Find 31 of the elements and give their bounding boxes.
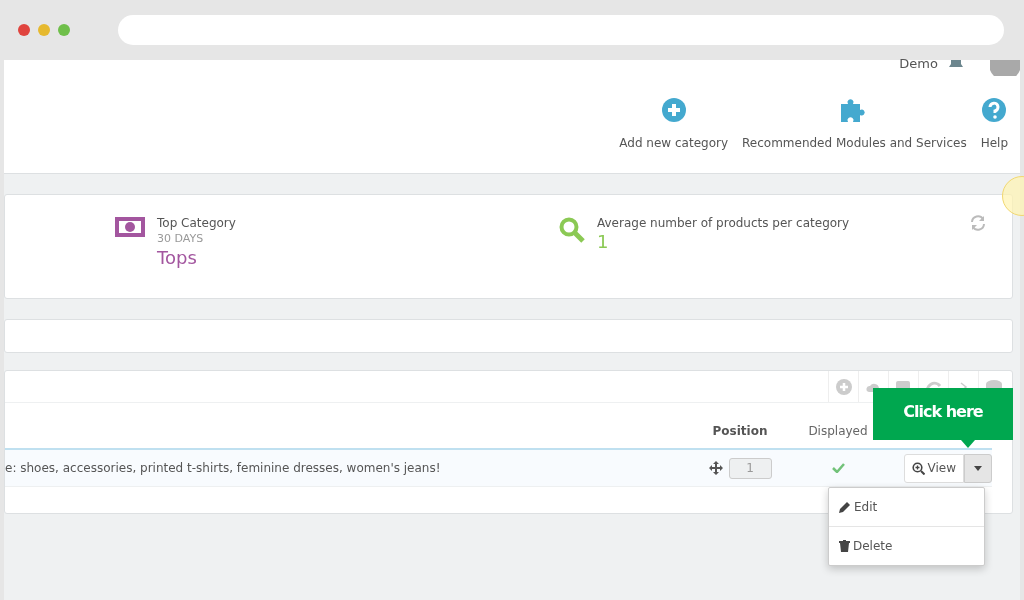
trash-icon (839, 540, 850, 552)
tooltip-arrow-icon (961, 440, 975, 448)
table-cell-text: e: shoes, accessories, printed t-shirts, feminine dresses, women's jeans! (5, 460, 442, 477)
toolbar-button[interactable]: Add new category (619, 98, 728, 152)
add-icon[interactable] (835, 378, 852, 395)
add-icon (661, 98, 686, 122)
pencil-icon (839, 501, 851, 513)
kpi-value: Tops (157, 247, 198, 269)
bell-icon[interactable] (948, 60, 964, 68)
caret-icon (974, 465, 982, 471)
tooltip: Click here (873, 388, 1013, 440)
menu-item[interactable]: Delete (829, 527, 984, 565)
toolbar-button[interactable]: Help (980, 98, 1008, 152)
check-icon[interactable] (831, 463, 845, 473)
column-header: Displayed (807, 423, 869, 440)
column-header: Position (711, 423, 769, 440)
user-name[interactable]: Demo (899, 54, 938, 74)
kpi-title: Top Category (157, 215, 236, 231)
dropdown-toggle[interactable] (964, 453, 992, 483)
avatar-icon[interactable] (988, 60, 1020, 76)
view-button[interactable]: View (903, 453, 964, 483)
kpi-title: Average number of products per category (597, 215, 850, 231)
refresh-icon[interactable] (970, 215, 986, 231)
toolbar-button[interactable]: Recommended Modules and Services (742, 98, 967, 152)
help-icon (982, 98, 1007, 122)
puzzle-icon (841, 98, 868, 122)
kpi-value: 1 (597, 231, 610, 253)
drag-handle-icon[interactable] (708, 461, 723, 475)
kpi-subtitle: 30 DAYS (157, 231, 205, 247)
menu-item[interactable]: Edit (829, 488, 984, 526)
zoom-in-icon (911, 461, 925, 475)
